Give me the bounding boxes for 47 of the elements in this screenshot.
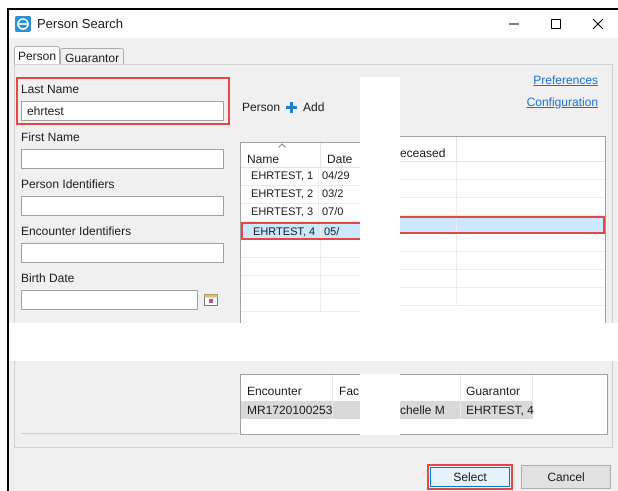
window-title: Person Search xyxy=(37,15,123,34)
column-header[interactable]: Name xyxy=(241,143,321,167)
plus-icon xyxy=(286,102,298,112)
table-row[interactable]: EHRTEST, 3 07/0 xyxy=(241,204,360,222)
text-field[interactable] xyxy=(21,149,224,169)
table-row[interactable] xyxy=(400,216,605,234)
table-row[interactable]: EHRTEST, 1 04/29 xyxy=(241,168,360,186)
field-label: Birth Date xyxy=(21,271,76,286)
table-cell: EHRTEST, 1 xyxy=(241,168,319,185)
dialog-button[interactable]: Cancel xyxy=(521,465,611,489)
table-cell: chelle M xyxy=(400,401,461,419)
table-cell: MR1720100253 xyxy=(241,401,333,419)
sort-icon xyxy=(278,143,286,148)
dialog-button[interactable]: Select xyxy=(427,464,513,490)
app-icon xyxy=(15,16,31,32)
table-row[interactable]: EHRTEST, 2 03/2 xyxy=(241,186,360,204)
date-field[interactable] xyxy=(21,290,198,310)
column-header[interactable]: eceased xyxy=(400,137,457,161)
table-cell: EHRTEST, 3 xyxy=(241,204,319,221)
calendar-icon[interactable] xyxy=(204,294,218,306)
column-header[interactable]: Date xyxy=(321,143,360,167)
maximize-icon[interactable] xyxy=(550,18,562,30)
table-cell: EHRTEST, 4 xyxy=(461,401,533,419)
tab[interactable]: Person xyxy=(14,46,60,64)
table-row[interactable]: EHRTEST, 4 05/ xyxy=(241,222,360,240)
table-row[interactable]: chelle M EHRTEST, 4 xyxy=(400,401,607,419)
text-field[interactable] xyxy=(21,243,224,263)
add-button[interactable]: Add xyxy=(286,98,324,116)
link[interactable]: Preferences xyxy=(533,71,598,89)
text-field[interactable] xyxy=(21,196,224,216)
table-row[interactable]: MR1720100253 xyxy=(241,401,360,419)
close-icon[interactable] xyxy=(592,18,604,30)
link[interactable]: Configuration xyxy=(526,93,598,111)
field-label: Person Identifiers xyxy=(21,177,116,192)
table-cell-text: 03/2 xyxy=(321,187,344,202)
section-label: Person xyxy=(242,99,280,116)
table-cell-text: 04/29 xyxy=(321,169,351,184)
tab[interactable]: Guarantor xyxy=(60,48,124,64)
field-label: Encounter Identifiers xyxy=(21,224,132,239)
table-cell: EHRTEST, 4 xyxy=(243,224,321,238)
text-field[interactable]: ehrtest xyxy=(21,101,224,121)
field-label: First Name xyxy=(21,130,81,145)
table-cell: EHRTEST, 2 xyxy=(241,186,319,203)
table-cell-text: 07/0 xyxy=(321,205,344,220)
table-cell-text: 05/ xyxy=(323,225,340,238)
column-header[interactable]: Fac xyxy=(333,375,360,401)
field-label: Last Name xyxy=(21,82,80,97)
